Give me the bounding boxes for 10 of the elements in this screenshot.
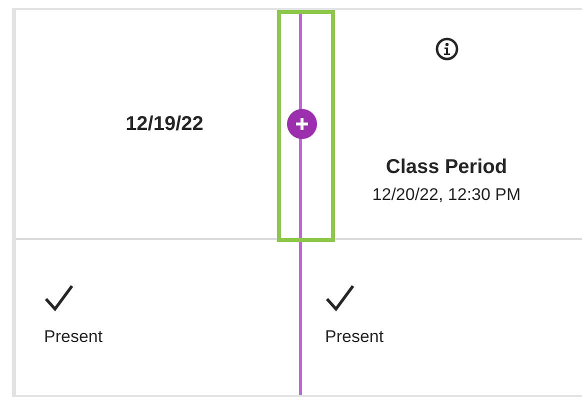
add-column-button[interactable] bbox=[287, 109, 317, 139]
column-title: Class Period bbox=[386, 155, 508, 180]
column-date: 12/19/22 bbox=[126, 112, 204, 137]
plus-icon bbox=[295, 117, 309, 131]
attendance-status: Present bbox=[44, 326, 104, 348]
column-datetime: 12/20/22, 12:30 PM bbox=[372, 184, 521, 206]
checkmark-icon bbox=[325, 284, 355, 312]
checkmark-icon bbox=[44, 284, 74, 312]
info-icon[interactable] bbox=[434, 37, 458, 61]
attendance-status: Present bbox=[325, 326, 385, 348]
